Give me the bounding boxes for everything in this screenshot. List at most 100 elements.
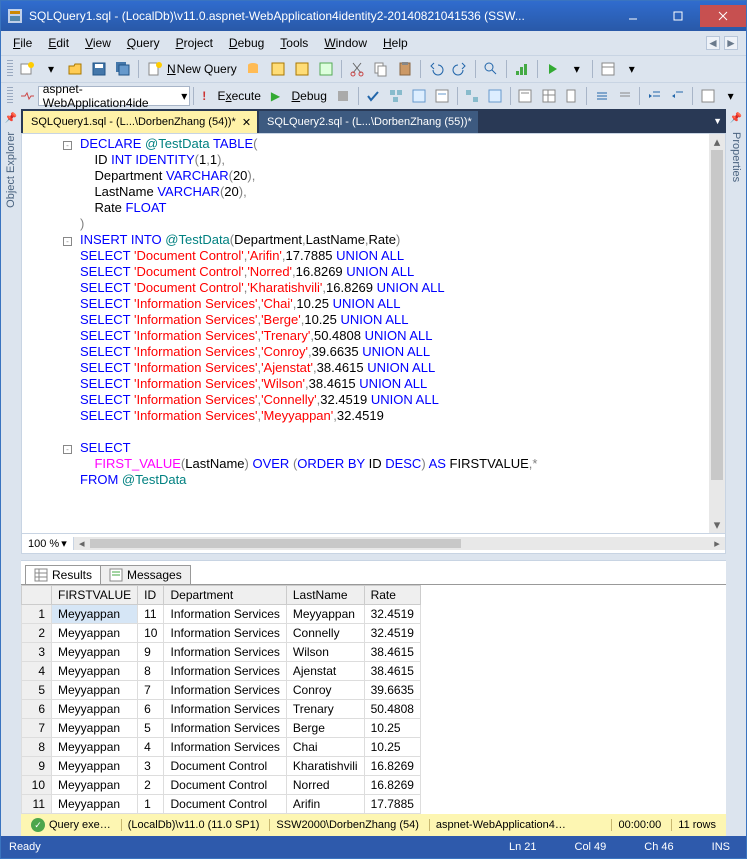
table-row[interactable]: 6Meyyappan6Information ServicesTrenary50… <box>22 700 421 719</box>
nav-back-icon[interactable]: ◄ <box>706 36 720 50</box>
results-text-button[interactable] <box>515 85 536 107</box>
table-row[interactable]: 10Meyyappan2Document ControlNorred16.826… <box>22 776 421 795</box>
cell[interactable]: Meyyappan <box>52 776 138 795</box>
cell[interactable]: 16.8269 <box>364 776 420 795</box>
cell[interactable]: Meyyappan <box>52 757 138 776</box>
debug-button[interactable]: ▶ Debug <box>266 85 332 107</box>
row-number[interactable]: 7 <box>22 719 52 738</box>
cell[interactable]: 3 <box>138 757 164 776</box>
cell[interactable]: Meyyappan <box>52 681 138 700</box>
row-number[interactable]: 1 <box>22 605 52 624</box>
cell[interactable]: 10 <box>138 624 164 643</box>
menu-file[interactable]: File <box>5 34 40 52</box>
cell[interactable]: Meyyappan <box>52 795 138 814</box>
cell[interactable]: 16.8269 <box>364 757 420 776</box>
cell[interactable]: Information Services <box>164 700 286 719</box>
row-number[interactable]: 3 <box>22 643 52 662</box>
cell[interactable]: Information Services <box>164 662 286 681</box>
toolbar-grip-2[interactable] <box>7 87 13 105</box>
maximize-button[interactable] <box>655 5 700 27</box>
db-engine-query-button[interactable] <box>243 58 265 80</box>
table-row[interactable]: 7Meyyappan5Information ServicesBerge10.2… <box>22 719 421 738</box>
column-header[interactable]: FIRSTVALUE <box>52 586 138 605</box>
column-header[interactable]: Department <box>164 586 286 605</box>
column-header[interactable]: ID <box>138 586 164 605</box>
cell[interactable]: Information Services <box>164 605 286 624</box>
results-file-button[interactable] <box>561 85 582 107</box>
cell[interactable]: Meyyappan <box>52 643 138 662</box>
table-row[interactable]: 2Meyyappan10Information ServicesConnelly… <box>22 624 421 643</box>
cell[interactable]: Meyyappan <box>52 719 138 738</box>
row-number[interactable]: 9 <box>22 757 52 776</box>
cell[interactable]: 32.4519 <box>364 624 420 643</box>
cell[interactable]: 10.25 <box>364 719 420 738</box>
editor-h-scrollbar[interactable]: ◂ ▸ <box>74 537 725 550</box>
cell[interactable]: Trenary <box>286 700 364 719</box>
menu-edit[interactable]: Edit <box>40 34 77 52</box>
column-header[interactable] <box>22 586 52 605</box>
code-content[interactable]: DECLARE @TestData TABLE( ID INT IDENTITY… <box>72 134 709 533</box>
cell[interactable]: Meyyappan <box>52 700 138 719</box>
specify-values-button[interactable] <box>697 85 718 107</box>
menu-window[interactable]: Window <box>316 34 375 52</box>
tab-sqlquery2[interactable]: SQLQuery2.sql - (L...\DorbenZhang (55))* <box>259 111 478 133</box>
find-button[interactable] <box>480 58 502 80</box>
table-row[interactable]: 11Meyyappan1Document ControlArifin17.788… <box>22 795 421 814</box>
cell[interactable]: 17.7885 <box>364 795 420 814</box>
cell[interactable]: Conroy <box>286 681 364 700</box>
cell[interactable]: Meyyappan <box>52 605 138 624</box>
tab-messages[interactable]: Messages <box>100 565 191 584</box>
cell[interactable]: Meyyappan <box>286 605 364 624</box>
menu-view[interactable]: View <box>77 34 119 52</box>
mdx-query-button[interactable] <box>267 58 289 80</box>
cell[interactable]: 39.6635 <box>364 681 420 700</box>
scroll-down-icon[interactable]: ▾ <box>709 517 725 533</box>
paste-button[interactable] <box>394 58 416 80</box>
results-grid-button[interactable] <box>538 85 559 107</box>
cell[interactable]: 8 <box>138 662 164 681</box>
cell[interactable]: 2 <box>138 776 164 795</box>
cell[interactable]: Kharatishvili <box>286 757 364 776</box>
menu-debug[interactable]: Debug <box>221 34 272 52</box>
cell[interactable]: 50.4808 <box>364 700 420 719</box>
scroll-up-icon[interactable]: ▴ <box>709 134 725 150</box>
table-row[interactable]: 4Meyyappan8Information ServicesAjenstat3… <box>22 662 421 681</box>
row-number[interactable]: 5 <box>22 681 52 700</box>
editor-v-scrollbar[interactable]: ▴ ▾ <box>709 134 725 533</box>
cell[interactable]: 32.4519 <box>364 605 420 624</box>
include-plan-button[interactable] <box>462 85 483 107</box>
cell[interactable]: Meyyappan <box>52 662 138 681</box>
close-icon[interactable]: ✕ <box>242 116 251 129</box>
sql-editor[interactable]: - - - DECLARE @TestData TABLE( ID INT ID… <box>22 134 725 533</box>
tab-overflow-icon[interactable]: ▼ <box>709 116 726 126</box>
database-selector[interactable]: aspnet-WebApplication4ide▾ <box>38 86 191 106</box>
table-row[interactable]: 1Meyyappan11Information ServicesMeyyappa… <box>22 605 421 624</box>
cell[interactable]: 38.4615 <box>364 662 420 681</box>
query-options-button[interactable] <box>409 85 430 107</box>
open-button[interactable] <box>64 58 86 80</box>
fold-icon[interactable]: - <box>63 237 72 246</box>
cell[interactable]: 9 <box>138 643 164 662</box>
cell[interactable]: Information Services <box>164 643 286 662</box>
table-row[interactable]: 3Meyyappan9Information ServicesWilson38.… <box>22 643 421 662</box>
fold-icon[interactable]: - <box>63 141 72 150</box>
toolbar-grip[interactable] <box>7 60 13 78</box>
scroll-right-icon[interactable]: ▸ <box>709 537 725 550</box>
activity-monitor-button[interactable] <box>511 58 533 80</box>
include-stats-button[interactable] <box>485 85 506 107</box>
new-project-button[interactable] <box>16 58 38 80</box>
fold-icon[interactable]: - <box>63 445 72 454</box>
parse-button[interactable] <box>363 85 384 107</box>
dropdown-icon[interactable]: ▾ <box>40 58 62 80</box>
options-button[interactable] <box>597 58 619 80</box>
cell[interactable]: Norred <box>286 776 364 795</box>
tab-sqlquery1[interactable]: SQLQuery1.sql - (L...\DorbenZhang (54))*… <box>23 111 257 133</box>
cell[interactable]: 6 <box>138 700 164 719</box>
row-number[interactable]: 10 <box>22 776 52 795</box>
cell[interactable]: Document Control <box>164 776 286 795</box>
undo-button[interactable] <box>425 58 447 80</box>
zoom-selector[interactable]: 100 %▾ <box>22 537 74 550</box>
column-header[interactable]: Rate <box>364 586 420 605</box>
more-button[interactable]: ▾ <box>621 58 643 80</box>
minimize-button[interactable] <box>610 5 655 27</box>
